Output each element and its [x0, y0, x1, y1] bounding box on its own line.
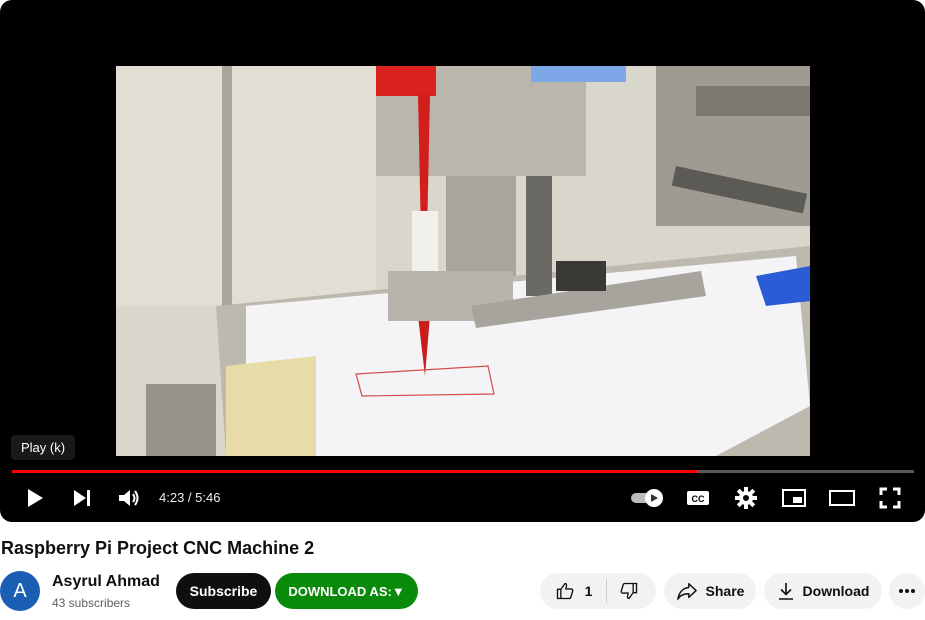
download-button[interactable]: Download: [764, 573, 882, 609]
time-display: 4:23 / 5:46: [159, 490, 221, 505]
share-label: Share: [705, 583, 745, 599]
miniplayer-button[interactable]: [781, 486, 807, 510]
captions-icon: CC: [687, 491, 709, 505]
fullscreen-button[interactable]: [877, 486, 903, 510]
theater-button[interactable]: [828, 486, 856, 510]
channel-avatar[interactable]: A: [0, 571, 40, 611]
more-actions-button[interactable]: [889, 573, 925, 609]
download-icon: [778, 583, 793, 600]
autoplay-toggle[interactable]: [630, 488, 664, 508]
play-icon: [28, 489, 43, 507]
settings-button[interactable]: [734, 486, 758, 510]
next-button[interactable]: [70, 486, 94, 510]
video-frame[interactable]: [116, 66, 810, 456]
progress-bar[interactable]: [12, 470, 914, 473]
more-icon: [899, 589, 915, 593]
video-player[interactable]: Play (k) 4:23 / 5:46 CC: [0, 0, 925, 522]
miniplayer-icon: [782, 489, 806, 507]
thumbs-down-icon: [620, 582, 638, 600]
download-as-button[interactable]: DOWNLOAD AS:▼: [275, 573, 418, 609]
channel-name[interactable]: Asyrul Ahmad: [52, 573, 160, 591]
thumbs-up-icon: [556, 582, 574, 600]
like-count: 1: [584, 583, 593, 599]
video-title: Raspberry Pi Project CNC Machine 2: [1, 538, 315, 558]
video-frame-image: [116, 66, 810, 456]
progress-played: [12, 470, 697, 473]
subscriber-count: 43 subscribers: [52, 596, 131, 610]
play-tooltip: Play (k): [11, 435, 76, 460]
settings-icon: [735, 487, 757, 509]
svg-text:CC: CC: [692, 494, 705, 504]
subscribe-button[interactable]: Subscribe: [176, 573, 271, 609]
next-icon: [74, 490, 90, 506]
autoplay-toggle-icon: [631, 489, 663, 507]
fullscreen-icon: [879, 487, 901, 509]
download-label: Download: [802, 583, 870, 599]
theater-icon: [829, 490, 855, 506]
volume-button[interactable]: [117, 486, 141, 510]
volume-icon: [119, 490, 139, 506]
captions-button[interactable]: CC: [685, 486, 711, 510]
share-icon: [676, 583, 697, 600]
like-button[interactable]: 1: [543, 579, 608, 603]
play-button[interactable]: [22, 486, 48, 510]
dislike-button[interactable]: [607, 581, 653, 601]
share-button[interactable]: Share: [664, 573, 756, 609]
like-dislike-group: 1: [540, 573, 656, 609]
